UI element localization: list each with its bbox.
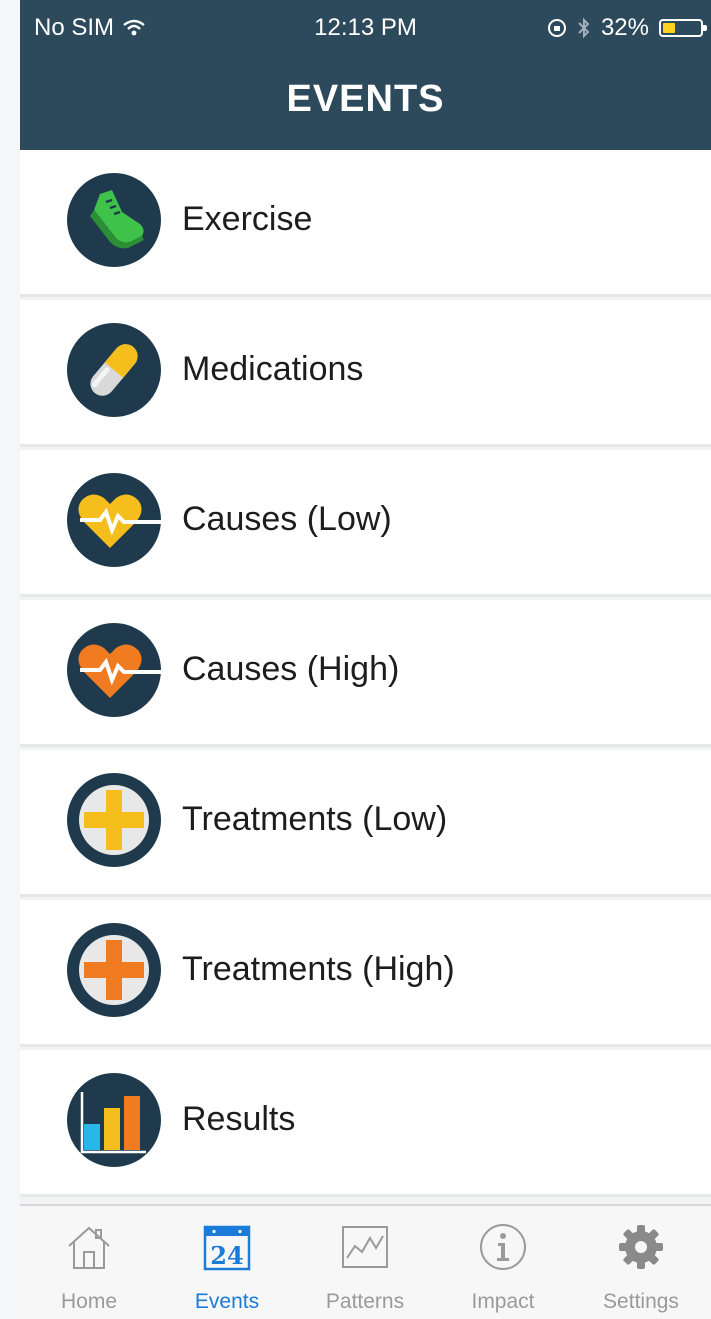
plus-cross-icon xyxy=(67,923,161,1017)
rotation-lock-icon xyxy=(547,19,566,37)
tab-bar: Home 24 Events Patterns Impact Settings xyxy=(20,1204,711,1319)
list-item-medications[interactable]: Medications xyxy=(20,300,711,447)
plus-cross-icon xyxy=(67,773,161,867)
tab-label: Impact xyxy=(471,1290,535,1313)
list-item-causes-high[interactable]: Causes (High) xyxy=(20,600,711,747)
battery-percent: 32% xyxy=(600,14,649,41)
list-item-treatments-low[interactable]: Treatments (Low) xyxy=(20,750,711,897)
line-chart-icon xyxy=(342,1226,388,1268)
tab-label: Settings xyxy=(603,1290,679,1313)
list-item-treatments-high[interactable]: Treatments (High) xyxy=(20,900,711,1047)
list-item-label: Causes (High) xyxy=(182,650,400,688)
tab-impact[interactable]: Impact xyxy=(434,1206,572,1319)
calendar-day: 24 xyxy=(210,1241,244,1270)
list-item-label: Results xyxy=(182,1100,296,1138)
app-screen: No SIM 12:13 PM 32% EVENTS Exercise Medi… xyxy=(20,0,711,1319)
pill-icon xyxy=(67,323,161,417)
list-item-results[interactable]: Results xyxy=(20,1050,711,1197)
header-bar: No SIM 12:13 PM 32% EVENTS xyxy=(20,0,711,150)
page-title: EVENTS xyxy=(286,78,445,120)
list-item-label: Treatments (Low) xyxy=(182,800,448,838)
list-item-causes-low[interactable]: Causes (Low) xyxy=(20,450,711,597)
status-time: 12:13 PM xyxy=(314,14,417,41)
info-icon xyxy=(480,1224,526,1270)
list-item-exercise[interactable]: Exercise xyxy=(20,150,711,297)
tab-settings[interactable]: Settings xyxy=(572,1206,710,1319)
bar-chart-icon xyxy=(67,1073,161,1167)
gear-icon xyxy=(619,1225,663,1269)
tab-label: Patterns xyxy=(325,1290,405,1313)
tab-label: Home xyxy=(60,1290,118,1313)
battery-icon xyxy=(659,19,707,37)
list-item-label: Exercise xyxy=(182,200,313,238)
shoe-icon xyxy=(67,173,161,267)
bluetooth-icon xyxy=(578,17,590,39)
tab-patterns[interactable]: Patterns xyxy=(296,1206,434,1319)
tab-label: Events xyxy=(194,1290,260,1313)
list-item-label: Causes (Low) xyxy=(182,500,392,538)
list-item-label: Treatments (High) xyxy=(182,950,455,988)
status-bar: No SIM 12:13 PM 32% xyxy=(20,10,711,50)
list-item-label: Medications xyxy=(182,350,364,388)
heart-pulse-icon xyxy=(67,623,162,717)
tab-home[interactable]: Home xyxy=(20,1206,158,1319)
tab-events[interactable]: 24 Events xyxy=(158,1206,296,1319)
heart-pulse-icon xyxy=(67,473,162,567)
home-icon xyxy=(68,1226,110,1269)
